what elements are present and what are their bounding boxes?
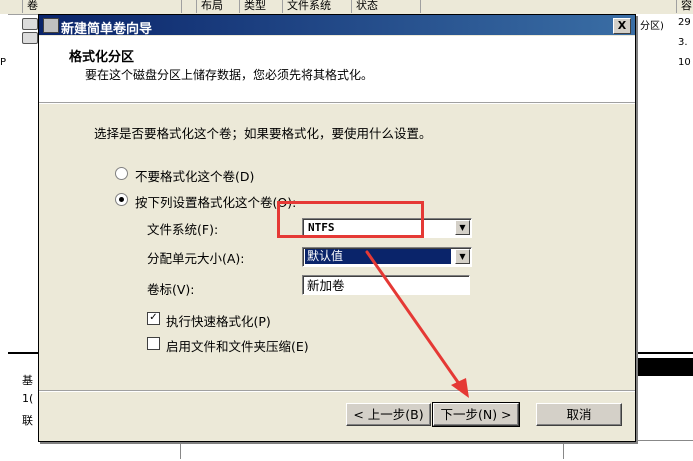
red-arrow-annotation <box>365 250 469 398</box>
